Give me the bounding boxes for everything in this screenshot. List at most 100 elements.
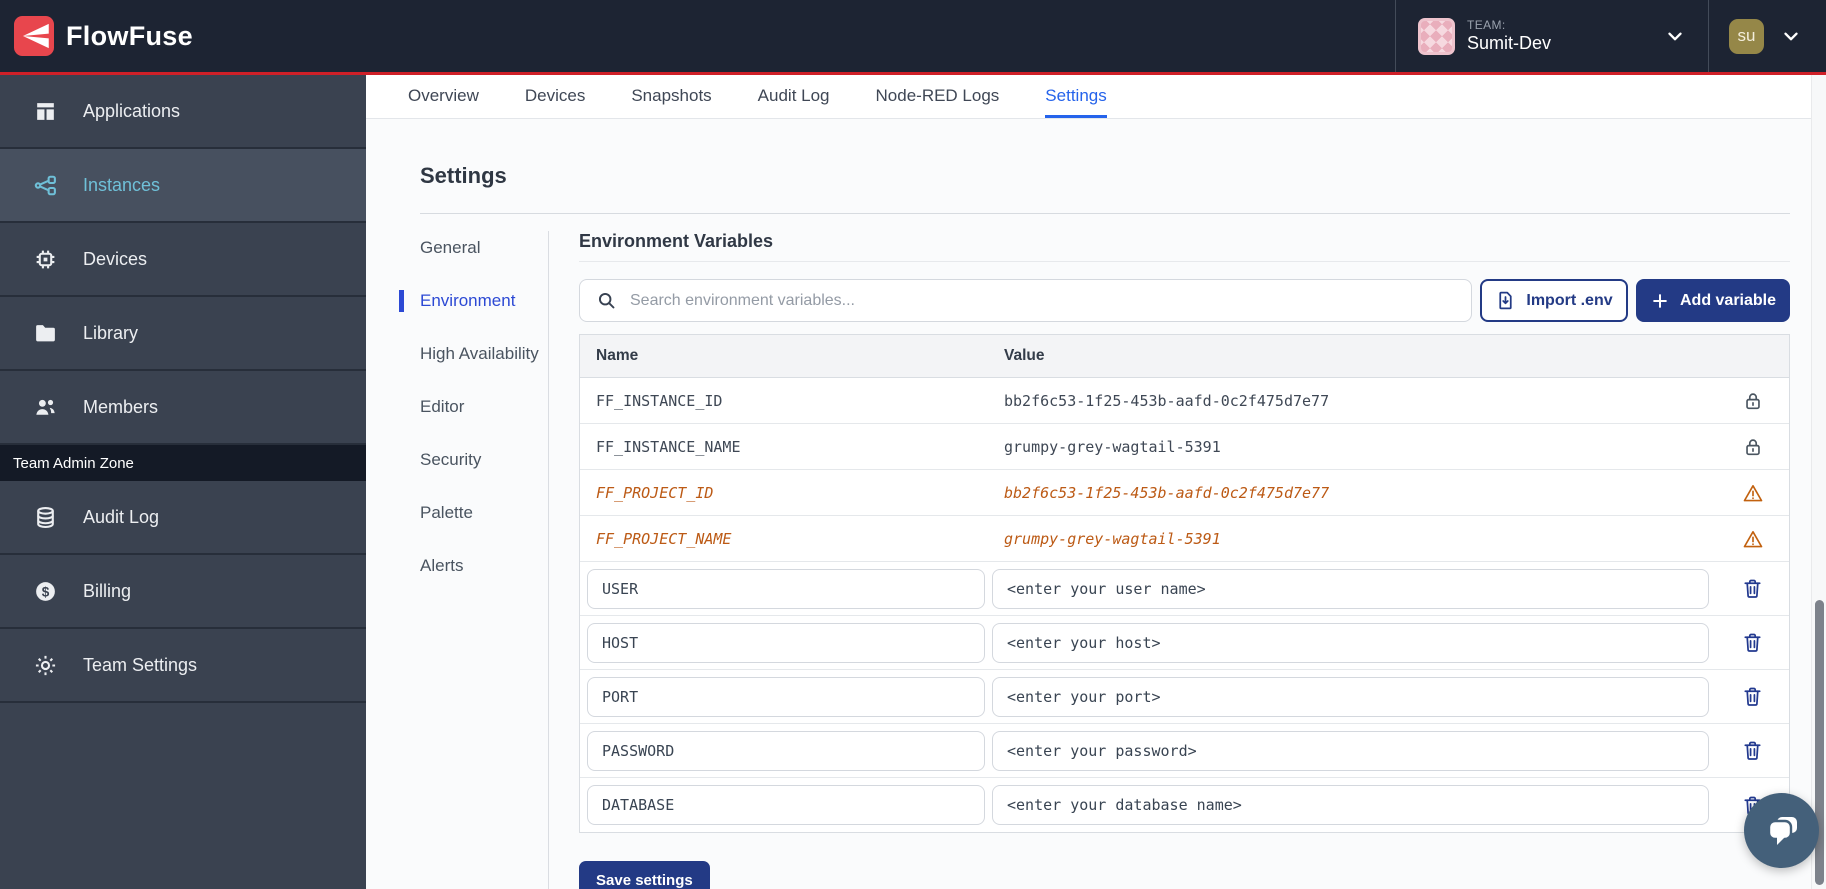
sidebar-item-applications[interactable]: Applications	[0, 75, 366, 149]
trash-icon	[1741, 685, 1764, 708]
settings-page: Settings General Environment High Availa…	[366, 119, 1811, 889]
applications-icon	[33, 99, 58, 124]
subnav-item-high-availability[interactable]: High Availability	[420, 343, 548, 365]
settings-subnav: General Environment High Availability Ed…	[420, 231, 548, 889]
sidebar-item-library[interactable]: Library	[0, 297, 366, 371]
sidebar-item-label: Instances	[83, 175, 160, 196]
devices-icon	[33, 247, 58, 272]
instance-tabbar: Overview Devices Snapshots Audit Log Nod…	[366, 75, 1811, 119]
sidebar-item-label: Team Settings	[83, 655, 197, 676]
sidebar-item-team-settings[interactable]: Team Settings	[0, 629, 366, 703]
add-variable-label: Add variable	[1680, 292, 1776, 310]
env-var-name-input[interactable]	[587, 731, 985, 771]
tab-node-red-logs[interactable]: Node-RED Logs	[876, 75, 1000, 118]
env-var-value: grumpy-grey-wagtail-5391	[1004, 530, 1717, 548]
table-row: FF_PROJECT_ID bb2f6c53-1f25-453b-aafd-0c…	[580, 470, 1789, 516]
env-var-value-input[interactable]	[992, 785, 1709, 825]
sidebar-item-label: Devices	[83, 249, 147, 270]
env-var-name: FF_INSTANCE_NAME	[580, 438, 1004, 456]
env-var-name: FF_INSTANCE_ID	[580, 392, 1004, 410]
team-name: Sumit-Dev	[1467, 33, 1652, 54]
warning-icon	[1742, 482, 1764, 504]
env-variables-table: Name Value FF_INSTANCE_ID bb2f6c53-1f25-…	[579, 334, 1790, 833]
user-menu[interactable]: su	[1708, 0, 1826, 72]
dollar-icon: $	[33, 579, 58, 604]
import-env-label: Import .env	[1526, 292, 1612, 310]
team-avatar	[1418, 18, 1455, 55]
tab-settings[interactable]: Settings	[1045, 75, 1106, 118]
search-box	[579, 279, 1472, 322]
search-icon	[596, 290, 617, 311]
team-label: TEAM:	[1467, 18, 1652, 32]
env-var-name-input[interactable]	[587, 677, 985, 717]
subnav-item-alerts[interactable]: Alerts	[420, 555, 548, 577]
tab-snapshots[interactable]: Snapshots	[631, 75, 711, 118]
table-header-row: Name Value	[580, 335, 1789, 378]
env-var-value-input[interactable]	[992, 731, 1709, 771]
sidebar-item-instances[interactable]: Instances	[0, 149, 366, 223]
env-var-name-input[interactable]	[587, 569, 985, 609]
chevron-down-icon	[1664, 25, 1686, 47]
warning-icon	[1742, 528, 1764, 550]
env-var-name-input[interactable]	[587, 785, 985, 825]
delete-variable-button[interactable]	[1741, 685, 1764, 708]
subnav-item-general[interactable]: General	[420, 237, 548, 259]
search-input[interactable]	[630, 292, 1471, 310]
sidebar-item-devices[interactable]: Devices	[0, 223, 366, 297]
sidebar-item-label: Audit Log	[83, 507, 159, 528]
sidebar-item-label: Billing	[83, 581, 131, 602]
env-var-value: bb2f6c53-1f25-453b-aafd-0c2f475d7e77	[1004, 392, 1717, 410]
chat-icon	[1760, 809, 1804, 853]
delete-variable-button[interactable]	[1741, 631, 1764, 654]
sidebar-item-label: Applications	[83, 101, 180, 122]
database-icon	[33, 505, 58, 530]
env-var-name-input[interactable]	[587, 623, 985, 663]
import-file-icon	[1495, 290, 1516, 311]
save-settings-button[interactable]: Save settings	[579, 861, 710, 889]
tab-audit-log[interactable]: Audit Log	[758, 75, 830, 118]
lock-icon	[1742, 390, 1764, 412]
title-divider	[420, 213, 1790, 214]
env-var-name: FF_PROJECT_NAME	[580, 530, 1004, 548]
sidebar-item-billing[interactable]: $ Billing	[0, 555, 366, 629]
env-var-value-input[interactable]	[992, 677, 1709, 717]
tab-overview[interactable]: Overview	[408, 75, 479, 118]
env-var-value-input[interactable]	[992, 623, 1709, 663]
page-scrollbar	[1811, 75, 1826, 889]
delete-variable-button[interactable]	[1741, 577, 1764, 600]
folder-icon	[33, 321, 58, 346]
import-env-button[interactable]: Import .env	[1480, 279, 1628, 322]
env-var-value: bb2f6c53-1f25-453b-aafd-0c2f475d7e77	[1004, 484, 1717, 502]
brand[interactable]: FlowFuse	[0, 16, 193, 56]
svg-text:$: $	[42, 584, 50, 599]
trash-icon	[1741, 739, 1764, 762]
lock-icon	[1742, 436, 1764, 458]
flowfuse-logo-icon	[14, 16, 54, 56]
sidebar-item-members[interactable]: Members	[0, 371, 366, 445]
table-row-editable	[580, 616, 1789, 670]
add-variable-button[interactable]: Add variable	[1636, 279, 1790, 322]
delete-variable-button[interactable]	[1741, 739, 1764, 762]
tab-devices[interactable]: Devices	[525, 75, 585, 118]
env-var-value-input[interactable]	[992, 569, 1709, 609]
table-row-editable	[580, 562, 1789, 616]
trash-icon	[1741, 631, 1764, 654]
brand-name: FlowFuse	[66, 21, 193, 52]
sidebar-item-audit-log[interactable]: Audit Log	[0, 481, 366, 555]
subnav-item-editor[interactable]: Editor	[420, 396, 548, 418]
team-admin-zone-label: Team Admin Zone	[0, 445, 366, 481]
table-row: FF_INSTANCE_ID bb2f6c53-1f25-453b-aafd-0…	[580, 378, 1789, 424]
column-header-name: Name	[580, 347, 1004, 365]
chat-widget-button[interactable]	[1744, 793, 1819, 868]
chevron-down-icon	[1780, 25, 1802, 47]
subnav-item-environment[interactable]: Environment	[399, 290, 548, 312]
subnav-item-palette[interactable]: Palette	[420, 502, 548, 524]
subnav-item-security[interactable]: Security	[420, 449, 548, 471]
sidebar: Applications Instances Devices Library	[0, 75, 366, 889]
table-row-editable	[580, 724, 1789, 778]
trash-icon	[1741, 577, 1764, 600]
plus-icon	[1650, 291, 1670, 311]
table-row: FF_INSTANCE_NAME grumpy-grey-wagtail-539…	[580, 424, 1789, 470]
section-divider	[579, 261, 1790, 262]
team-selector[interactable]: TEAM: Sumit-Dev	[1395, 0, 1708, 72]
